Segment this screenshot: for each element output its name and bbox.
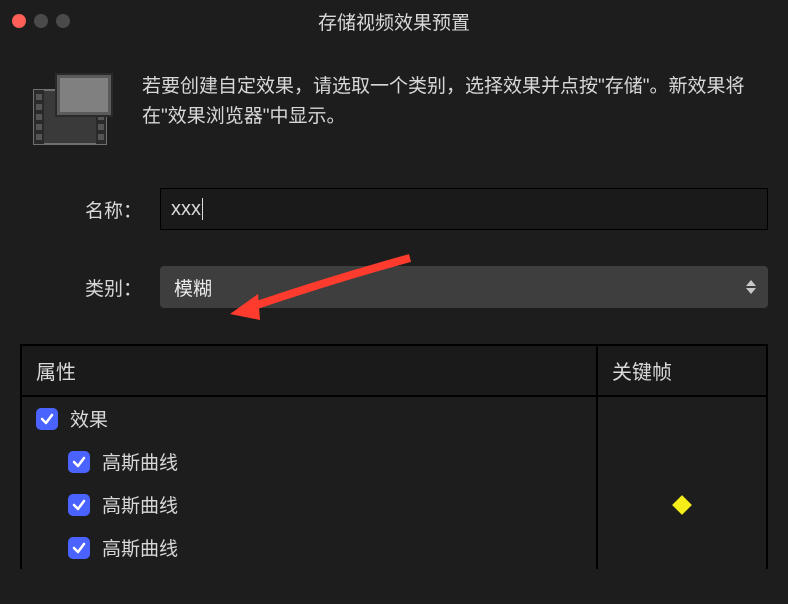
name-input-value: xxx [171,198,201,221]
row-cell-keyframe [598,440,766,483]
category-dropdown[interactable]: 模糊 [160,266,768,308]
table-row: 高斯曲线 [22,483,766,526]
window-title: 存储视频效果预置 [0,8,788,35]
maximize-window-button[interactable] [56,14,70,28]
category-value: 模糊 [174,274,212,301]
check-icon [72,541,86,555]
check-icon [72,498,86,512]
check-icon [72,455,86,469]
table-row: 效果 [22,397,766,440]
name-label: 名称： [20,196,160,223]
dialog-instructions: 若要创建自定效果，请选取一个类别，选择效果并点按"存储"。新效果将在"效果浏览器… [142,72,748,133]
text-cursor [202,198,203,220]
row-label: 效果 [70,405,108,432]
row-cell-keyframe [598,397,766,440]
category-label: 类别： [20,274,160,301]
minimize-window-button[interactable] [34,14,48,28]
window-titlebar: 存储视频效果预置 [0,0,788,42]
table-body: 效果 高斯曲线 高斯曲线 [22,397,766,569]
checkbox[interactable] [68,451,90,473]
row-cell-attribute: 高斯曲线 [22,526,598,569]
row-cell-attribute: 高斯曲线 [22,483,598,526]
row-label: 高斯曲线 [102,448,178,475]
dropdown-arrows-icon [746,280,756,294]
traffic-lights [12,14,70,28]
table-row: 高斯曲线 [22,526,766,569]
row-label: 高斯曲线 [102,491,178,518]
row-cell-attribute: 效果 [22,397,598,440]
header-attribute: 属性 [22,346,598,395]
video-effect-preset-icon [30,72,118,153]
row-cell-keyframe [598,526,766,569]
table-row: 高斯曲线 [22,440,766,483]
checkbox[interactable] [68,537,90,559]
check-icon [40,412,54,426]
table-header: 属性 关键帧 [22,346,766,397]
close-window-button[interactable] [12,14,26,28]
attribute-table: 属性 关键帧 效果 高斯曲线 [20,344,768,569]
checkbox[interactable] [68,494,90,516]
keyframe-diamond-icon [672,495,692,515]
category-row: 类别： 模糊 [20,266,768,308]
row-cell-attribute: 高斯曲线 [22,440,598,483]
dialog-header: 若要创建自定效果，请选取一个类别，选择效果并点按"存储"。新效果将在"效果浏览器… [0,42,788,178]
header-keyframe: 关键帧 [598,346,766,395]
form-area: 名称： xxx 类别： 模糊 [0,178,788,308]
name-row: 名称： xxx [20,188,768,230]
row-label: 高斯曲线 [102,534,178,561]
checkbox[interactable] [36,408,58,430]
name-input[interactable]: xxx [160,188,768,230]
row-cell-keyframe[interactable] [598,483,766,526]
